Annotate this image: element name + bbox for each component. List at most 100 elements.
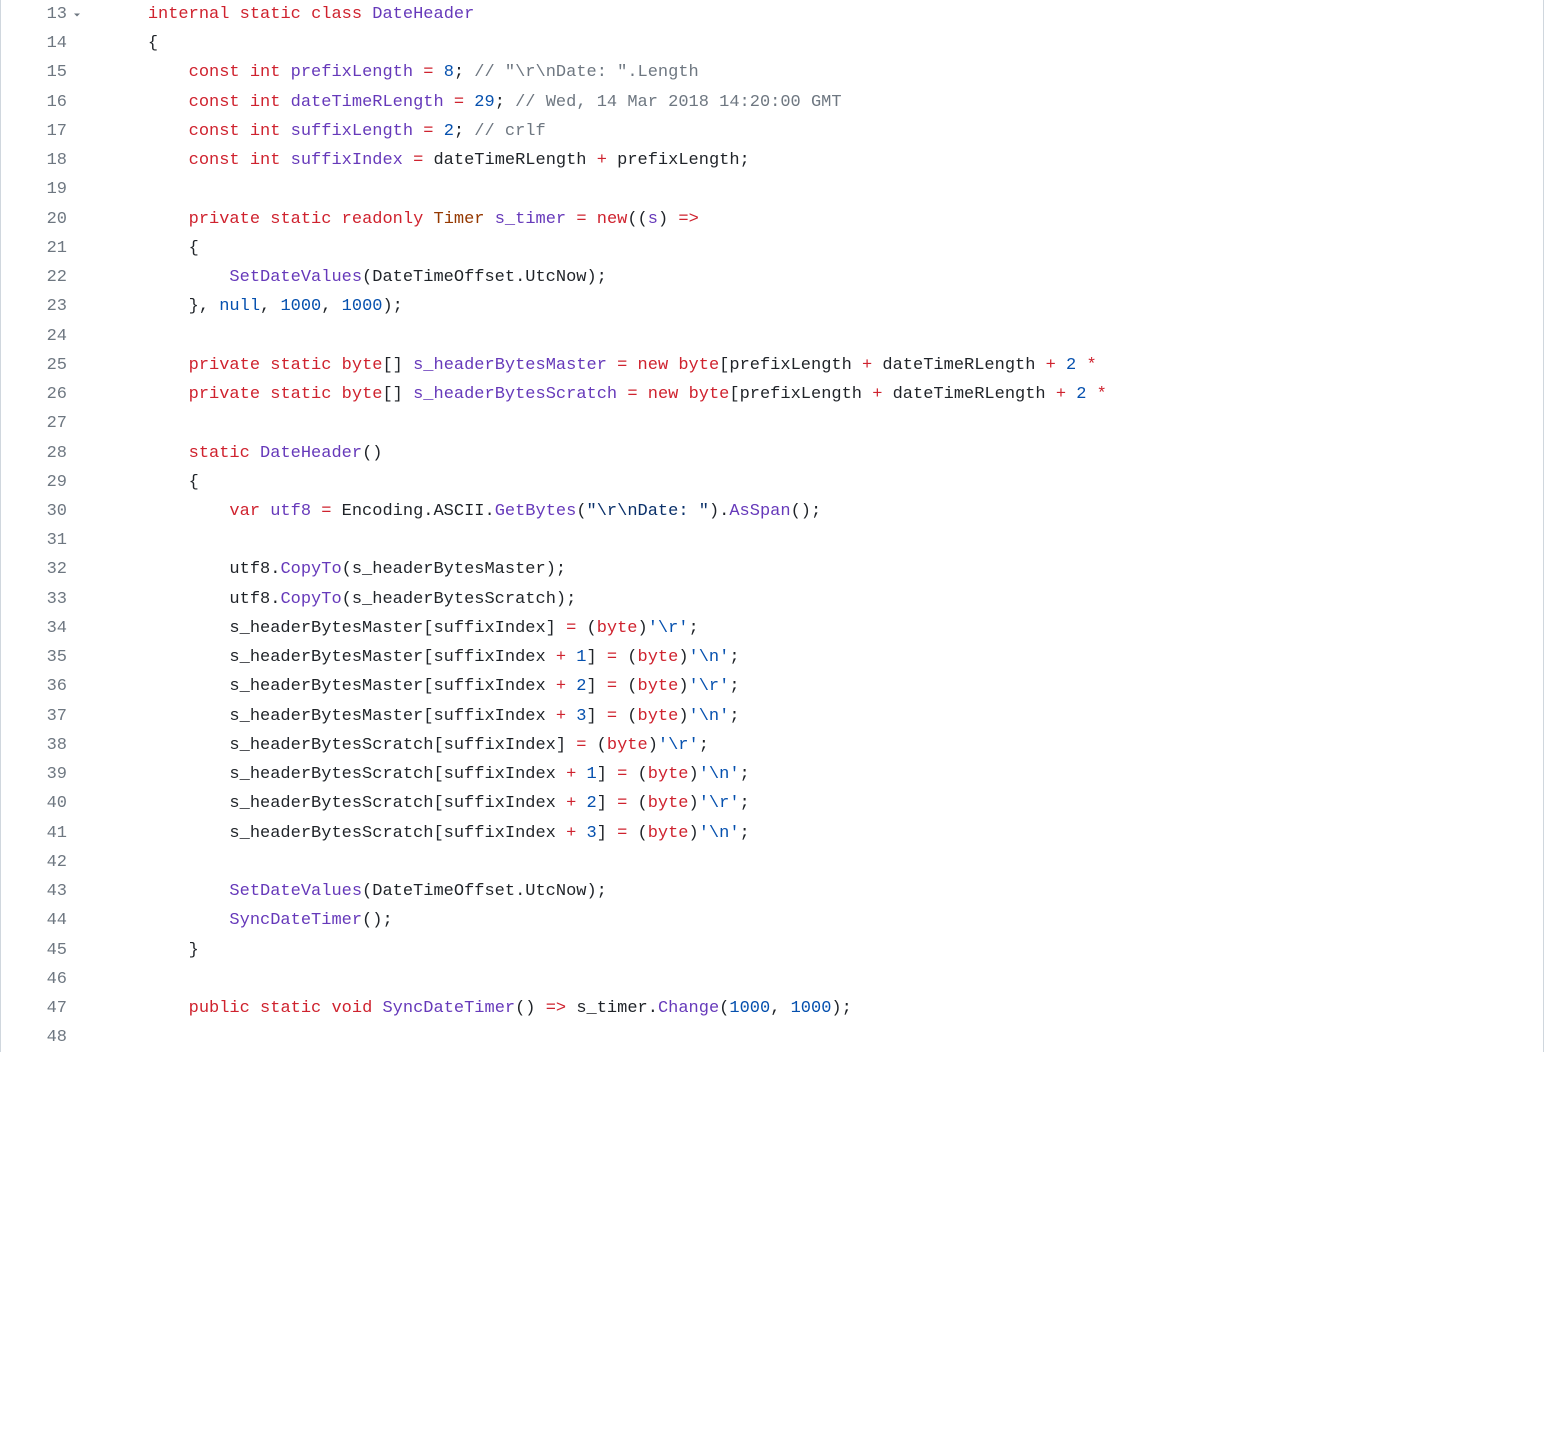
code-content[interactable] xyxy=(85,1023,1543,1052)
code-line[interactable]: 44 SyncDateTimer(); xyxy=(1,906,1543,935)
code-line[interactable]: 36 s_headerBytesMaster[suffixIndex + 2] … xyxy=(1,672,1543,701)
code-content[interactable] xyxy=(85,526,1543,555)
code-line[interactable]: 22 SetDateValues(DateTimeOffset.UtcNow); xyxy=(1,263,1543,292)
line-number[interactable]: 34 xyxy=(1,614,85,643)
code-line[interactable]: 34 s_headerBytesMaster[suffixIndex] = (b… xyxy=(1,614,1543,643)
code-content[interactable] xyxy=(85,409,1543,438)
code-line[interactable]: 16 const int dateTimeRLength = 29; // We… xyxy=(1,88,1543,117)
code-line[interactable]: 31 xyxy=(1,526,1543,555)
code-content[interactable]: } xyxy=(85,936,1543,965)
line-number[interactable]: 18 xyxy=(1,146,85,175)
code-line[interactable]: 43 SetDateValues(DateTimeOffset.UtcNow); xyxy=(1,877,1543,906)
code-content[interactable]: private static byte[] s_headerBytesMaste… xyxy=(85,351,1543,380)
line-number[interactable]: 20 xyxy=(1,205,85,234)
line-number[interactable]: 29 xyxy=(1,468,85,497)
line-number[interactable]: 26 xyxy=(1,380,85,409)
code-content[interactable]: { xyxy=(85,234,1543,263)
line-number[interactable]: 28 xyxy=(1,439,85,468)
code-line[interactable]: 29 { xyxy=(1,468,1543,497)
line-number[interactable]: 27 xyxy=(1,409,85,438)
code-content[interactable]: s_headerBytesScratch[suffixIndex] = (byt… xyxy=(85,731,1543,760)
code-content[interactable] xyxy=(85,848,1543,877)
code-content[interactable] xyxy=(85,322,1543,351)
code-line[interactable]: 30 var utf8 = Encoding.ASCII.GetBytes("\… xyxy=(1,497,1543,526)
line-number[interactable]: 37 xyxy=(1,702,85,731)
line-number[interactable]: 16 xyxy=(1,88,85,117)
line-number[interactable]: 32 xyxy=(1,555,85,584)
code-content[interactable]: s_headerBytesScratch[suffixIndex + 2] = … xyxy=(85,789,1543,818)
code-content[interactable]: { xyxy=(85,29,1543,58)
code-line[interactable]: 25 private static byte[] s_headerBytesMa… xyxy=(1,351,1543,380)
code-line[interactable]: 48 xyxy=(1,1023,1543,1052)
code-line[interactable]: 41 s_headerBytesScratch[suffixIndex + 3]… xyxy=(1,819,1543,848)
line-number[interactable]: 13 xyxy=(1,0,85,29)
code-line[interactable]: 27 xyxy=(1,409,1543,438)
line-number[interactable]: 15 xyxy=(1,58,85,87)
line-number[interactable]: 19 xyxy=(1,175,85,204)
code-content[interactable]: SetDateValues(DateTimeOffset.UtcNow); xyxy=(85,877,1543,906)
code-line[interactable]: 40 s_headerBytesScratch[suffixIndex + 2]… xyxy=(1,789,1543,818)
line-number[interactable]: 43 xyxy=(1,877,85,906)
line-number[interactable]: 40 xyxy=(1,789,85,818)
line-number[interactable]: 23 xyxy=(1,292,85,321)
code-content[interactable]: SetDateValues(DateTimeOffset.UtcNow); xyxy=(85,263,1543,292)
line-number[interactable]: 42 xyxy=(1,848,85,877)
line-number[interactable]: 44 xyxy=(1,906,85,935)
code-line[interactable]: 37 s_headerBytesMaster[suffixIndex + 3] … xyxy=(1,702,1543,731)
code-content[interactable]: public static void SyncDateTimer() => s_… xyxy=(85,994,1543,1023)
code-view[interactable]: 13 internal static class DateHeader14 {1… xyxy=(0,0,1544,1052)
code-content[interactable]: utf8.CopyTo(s_headerBytesMaster); xyxy=(85,555,1543,584)
line-number[interactable]: 41 xyxy=(1,819,85,848)
code-line[interactable]: 23 }, null, 1000, 1000); xyxy=(1,292,1543,321)
code-line[interactable]: 39 s_headerBytesScratch[suffixIndex + 1]… xyxy=(1,760,1543,789)
line-number[interactable]: 17 xyxy=(1,117,85,146)
chevron-down-icon[interactable] xyxy=(71,9,83,21)
code-content[interactable]: const int dateTimeRLength = 29; // Wed, … xyxy=(85,88,1543,117)
code-content[interactable]: const int prefixLength = 8; // "\r\nDate… xyxy=(85,58,1543,87)
code-line[interactable]: 28 static DateHeader() xyxy=(1,439,1543,468)
line-number[interactable]: 14 xyxy=(1,29,85,58)
code-content[interactable]: { xyxy=(85,468,1543,497)
code-content[interactable] xyxy=(85,965,1543,994)
code-content[interactable]: private static readonly Timer s_timer = … xyxy=(85,205,1543,234)
line-number[interactable]: 47 xyxy=(1,994,85,1023)
code-content[interactable]: s_headerBytesMaster[suffixIndex + 1] = (… xyxy=(85,643,1543,672)
line-number[interactable]: 31 xyxy=(1,526,85,555)
line-number[interactable]: 45 xyxy=(1,936,85,965)
code-line[interactable]: 18 const int suffixIndex = dateTimeRLeng… xyxy=(1,146,1543,175)
code-line[interactable]: 13 internal static class DateHeader xyxy=(1,0,1543,29)
code-content[interactable]: private static byte[] s_headerBytesScrat… xyxy=(85,380,1543,409)
line-number[interactable]: 36 xyxy=(1,672,85,701)
code-content[interactable]: s_headerBytesMaster[suffixIndex + 3] = (… xyxy=(85,702,1543,731)
code-line[interactable]: 19 xyxy=(1,175,1543,204)
code-content[interactable]: static DateHeader() xyxy=(85,439,1543,468)
code-line[interactable]: 47 public static void SyncDateTimer() =>… xyxy=(1,994,1543,1023)
line-number[interactable]: 38 xyxy=(1,731,85,760)
line-number[interactable]: 22 xyxy=(1,263,85,292)
code-line[interactable]: 46 xyxy=(1,965,1543,994)
line-number[interactable]: 24 xyxy=(1,322,85,351)
code-content[interactable]: const int suffixLength = 2; // crlf xyxy=(85,117,1543,146)
line-number[interactable]: 48 xyxy=(1,1023,85,1052)
code-content[interactable] xyxy=(85,175,1543,204)
code-line[interactable]: 33 utf8.CopyTo(s_headerBytesScratch); xyxy=(1,585,1543,614)
code-line[interactable]: 20 private static readonly Timer s_timer… xyxy=(1,205,1543,234)
code-content[interactable]: s_headerBytesScratch[suffixIndex + 3] = … xyxy=(85,819,1543,848)
code-line[interactable]: 17 const int suffixLength = 2; // crlf xyxy=(1,117,1543,146)
code-line[interactable]: 26 private static byte[] s_headerBytesSc… xyxy=(1,380,1543,409)
code-content[interactable]: s_headerBytesMaster[suffixIndex] = (byte… xyxy=(85,614,1543,643)
code-content[interactable]: s_headerBytesMaster[suffixIndex + 2] = (… xyxy=(85,672,1543,701)
code-line[interactable]: 15 const int prefixLength = 8; // "\r\nD… xyxy=(1,58,1543,87)
code-content[interactable]: s_headerBytesScratch[suffixIndex + 1] = … xyxy=(85,760,1543,789)
code-content[interactable]: SyncDateTimer(); xyxy=(85,906,1543,935)
line-number[interactable]: 33 xyxy=(1,585,85,614)
line-number[interactable]: 25 xyxy=(1,351,85,380)
code-line[interactable]: 24 xyxy=(1,322,1543,351)
code-line[interactable]: 42 xyxy=(1,848,1543,877)
code-content[interactable]: }, null, 1000, 1000); xyxy=(85,292,1543,321)
code-line[interactable]: 38 s_headerBytesScratch[suffixIndex] = (… xyxy=(1,731,1543,760)
code-content[interactable]: var utf8 = Encoding.ASCII.GetBytes("\r\n… xyxy=(85,497,1543,526)
code-line[interactable]: 35 s_headerBytesMaster[suffixIndex + 1] … xyxy=(1,643,1543,672)
code-line[interactable]: 21 { xyxy=(1,234,1543,263)
code-content[interactable]: utf8.CopyTo(s_headerBytesScratch); xyxy=(85,585,1543,614)
